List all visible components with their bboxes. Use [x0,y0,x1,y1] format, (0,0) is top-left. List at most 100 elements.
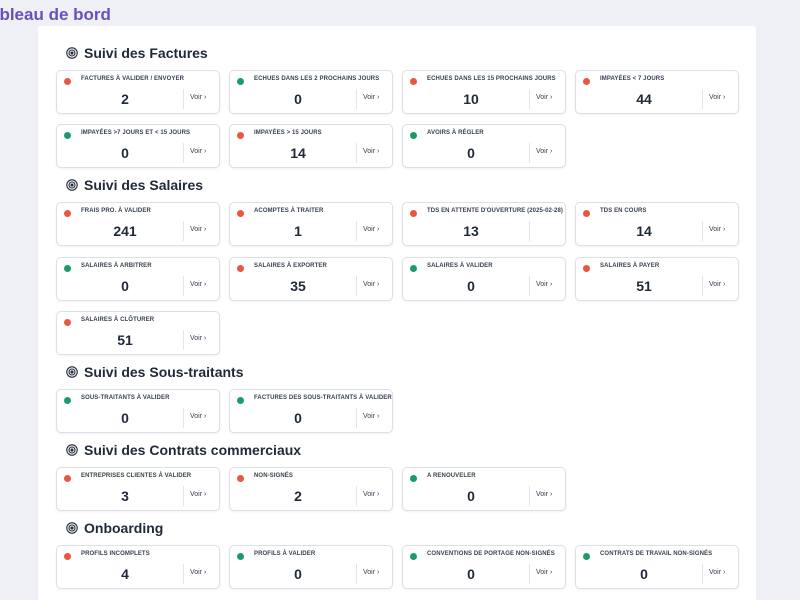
voir-link[interactable]: Voir › [536,94,552,101]
voir-link[interactable]: Voir › [536,491,552,498]
card-value: 10 [463,91,479,107]
card-divider [529,276,530,296]
section-title: Suivi des Salaires [66,177,203,193]
voir-link[interactable]: Voir › [709,226,725,233]
status-dot-green [410,132,417,139]
card-divider [702,221,703,241]
target-icon [66,366,78,378]
status-dot-red [64,319,71,326]
status-dot-red [583,265,590,272]
card-value: 1 [294,223,302,239]
voir-link[interactable]: Voir › [363,569,379,576]
card-divider [356,221,357,241]
voir-link[interactable]: Voir › [190,569,206,576]
voir-link[interactable]: Voir › [709,94,725,101]
stat-card: PROFILS INCOMPLETS 4 Voir › [56,545,220,589]
status-dot-green [410,475,417,482]
card-label: ECHUES DANS LES 15 PROCHAINS JOURS [427,76,556,82]
card-label: FACTURES DES SOUS-TRAITANTS À VALIDER [254,395,392,401]
status-dot-green [64,265,71,272]
stat-card: ACOMPTES À TRAITER 1 Voir › [229,202,393,246]
card-divider [183,221,184,241]
card-label: ACOMPTES À TRAITER [254,208,324,214]
status-dot-red [237,132,244,139]
card-label: IMPAYÉES < 7 JOURS [600,76,665,82]
stat-card: IMPAYÉES >7 JOURS ET < 15 JOURS 0 Voir › [56,124,220,168]
card-value: 0 [467,145,475,161]
stat-card: TDS EN ATTENTE D'OUVERTURE (2025-02-28) 1… [402,202,566,246]
card-divider [529,486,530,506]
card-divider [183,564,184,584]
card-value: 3 [121,488,129,504]
stat-card: SALAIRES À ARBITRER 0 Voir › [56,257,220,301]
stat-card: IMPAYÉES < 7 JOURS 44 Voir › [575,70,739,114]
voir-link[interactable]: Voir › [190,94,206,101]
voir-link[interactable]: Voir › [190,413,206,420]
voir-link[interactable]: Voir › [363,413,379,420]
stat-card: AVOIRS À RÉGLER 0 Voir › [402,124,566,168]
card-label: SALAIRES À PAYER [600,263,660,269]
target-icon [66,444,78,456]
card-value: 0 [467,278,475,294]
card-value: 2 [121,91,129,107]
card-divider [702,89,703,109]
card-label: FRAIS PRO. À VALIDER [81,208,151,214]
stat-card: TDS EN COURS 14 Voir › [575,202,739,246]
status-dot-green [64,132,71,139]
voir-link[interactable]: Voir › [190,491,206,498]
stat-card: CONVENTIONS DE PORTAGE NON-SIGNÉS 0 Voir › [402,545,566,589]
card-value: 0 [640,566,648,582]
card-divider [529,564,530,584]
card-value: 0 [121,145,129,161]
voir-link[interactable]: Voir › [190,148,206,155]
voir-link[interactable]: Voir › [709,569,725,576]
stat-card: SOUS-TRAITANTS À VALIDER 0 Voir › [56,389,220,433]
status-dot-red [410,78,417,85]
card-divider [183,89,184,109]
status-dot-red [410,210,417,217]
card-divider [529,143,530,163]
status-dot-red [64,210,71,217]
target-icon [66,47,78,59]
voir-link[interactable]: Voir › [363,491,379,498]
card-value: 14 [636,223,652,239]
card-label: PROFILS À VALIDER [254,551,316,557]
voir-link[interactable]: Voir › [190,335,206,342]
card-label: TDS EN COURS [600,208,647,214]
voir-link[interactable]: Voir › [190,281,206,288]
stat-card: SALAIRES À CLÔTURER 51 Voir › [56,311,220,355]
card-divider [702,564,703,584]
card-divider [529,221,530,241]
stat-card: ECHUES DANS LES 15 PROCHAINS JOURS 10 Voir… [402,70,566,114]
stat-card: FACTURES À VALIDER / ENVOYER 2 Voir › [56,70,220,114]
stat-card: A RENOUVELER 0 Voir › [402,467,566,511]
stat-card: CONTRATS DE TRAVAIL NON-SIGNÉS 0 Voir › [575,545,739,589]
section-title-text: Suivi des Factures [84,45,208,61]
status-dot-red [237,265,244,272]
stat-card: SALAIRES À PAYER 51 Voir › [575,257,739,301]
voir-link[interactable]: Voir › [190,226,206,233]
card-label: TDS EN ATTENTE D'OUVERTURE (2025-02-28) [427,208,564,214]
card-label: SALAIRES À CLÔTURER [81,317,155,323]
voir-link[interactable]: Voir › [363,94,379,101]
card-value: 0 [294,91,302,107]
card-divider [183,276,184,296]
voir-link[interactable]: Voir › [536,148,552,155]
card-value: 0 [121,410,129,426]
card-value: 0 [121,278,129,294]
card-value: 51 [636,278,652,294]
card-value: 241 [113,223,137,239]
voir-link[interactable]: Voir › [363,148,379,155]
voir-link[interactable]: Voir › [536,281,552,288]
stat-card: IMPAYÉES > 15 JOURS 14 Voir › [229,124,393,168]
section-title: Onboarding [66,520,163,536]
voir-link[interactable]: Voir › [363,281,379,288]
voir-link[interactable]: Voir › [363,226,379,233]
target-icon [66,179,78,191]
voir-link[interactable]: Voir › [536,569,552,576]
card-value: 0 [294,410,302,426]
voir-link[interactable]: Voir › [709,281,725,288]
card-label: ECHUES DANS LES 2 PROCHAINS JOURS [254,76,380,82]
card-divider [356,276,357,296]
card-value: 44 [636,91,652,107]
